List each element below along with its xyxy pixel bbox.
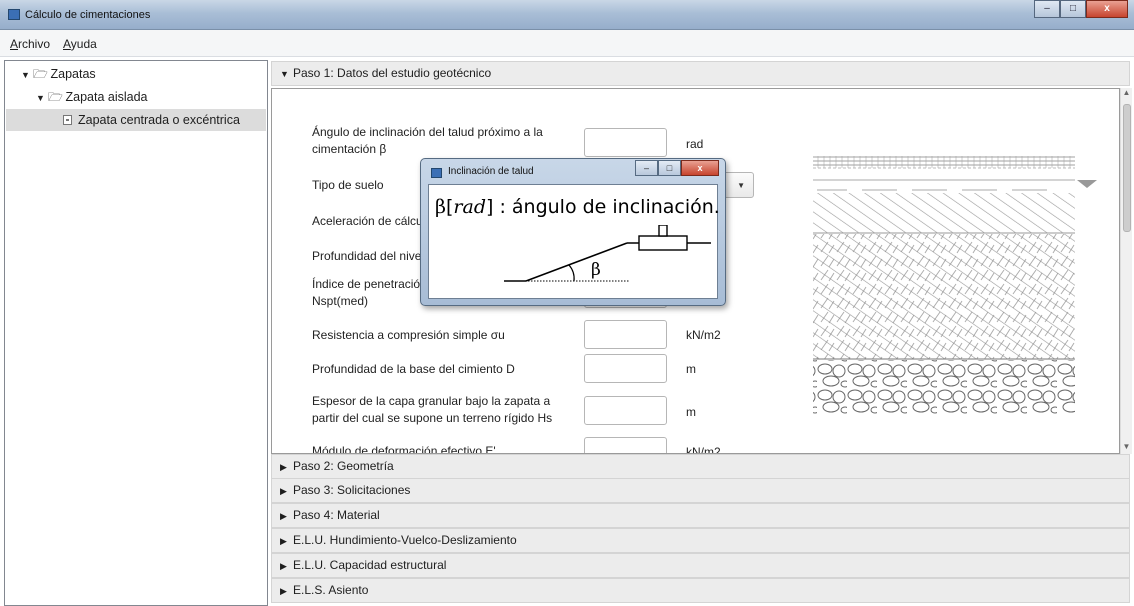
step3-header[interactable]: ▶ Paso 3: Solicitaciones [271, 478, 1130, 503]
expand-arrow-icon: ▶ [280, 486, 287, 496]
menu-ayuda-text: yuda [70, 37, 97, 51]
menu-ayuda[interactable]: Ayuda [63, 37, 97, 51]
talud-input[interactable] [584, 128, 667, 157]
expand-arrow-icon: ▶ [280, 536, 287, 546]
step1-header[interactable]: ▼ Paso 1: Datos del estudio geotécnico [271, 61, 1130, 86]
elu2-label: E.L.U. Capacidad estructural [293, 558, 447, 572]
prof-base-label: Profundidad de la base del cimiento D [312, 362, 515, 376]
step1-label: Paso 1: Datos del estudio geotécnico [293, 66, 492, 80]
espesor-unit: m [686, 405, 696, 419]
steps-accordion: ▼ Paso 1: Datos del estudio geotécnico Án… [271, 60, 1134, 606]
els-header[interactable]: ▶ E.L.S. Asiento [271, 578, 1130, 603]
maximize-button[interactable]: □ [1060, 0, 1086, 18]
tree-node-zapatas[interactable]: ▼ 🗁 Zapatas [21, 63, 96, 85]
formula-unit: rad [453, 196, 486, 218]
menu-ayuda-accel: A [63, 37, 71, 51]
folder-open-icon: 🗁 [33, 67, 48, 81]
menu-archivo[interactable]: Archivo [10, 37, 50, 51]
expand-arrow-icon: ▶ [280, 586, 287, 596]
scrollbar-thumb[interactable] [1123, 104, 1131, 232]
indice-label-line1: Índice de penetració [312, 277, 421, 291]
resistencia-input[interactable] [584, 320, 667, 349]
dialog-controls: – □ x [635, 160, 719, 176]
expand-arrow-icon: ▶ [280, 561, 287, 571]
slope-formula: β[rad] : ángulo de inclinación. [435, 196, 720, 218]
folder-open-icon: 🗁 [48, 90, 63, 104]
slope-angle-diagram: β [504, 225, 711, 282]
navigation-tree: ▼ 🗁 Zapatas ▼ 🗁 Zapata aislada Zapata cent… [4, 60, 268, 606]
vertical-scrollbar[interactable]: ▲ ▼ [1120, 88, 1132, 454]
collapse-arrow-icon: ▼ [280, 69, 289, 79]
espesor-label-line2: partir del cual se supone un terreno ríg… [312, 411, 553, 425]
talud-label-line1: Ángulo de inclinación del talud próximo … [312, 125, 543, 139]
close-button[interactable]: x [1086, 0, 1128, 18]
app-icon [8, 9, 20, 20]
expand-arrow-icon[interactable]: ▼ [21, 64, 33, 86]
scroll-down-icon[interactable]: ▼ [1121, 442, 1132, 454]
els-label: E.L.S. Asiento [293, 583, 369, 597]
step2-header[interactable]: ▶ Paso 2: Geometría [271, 454, 1130, 479]
minimize-button[interactable]: – [1034, 0, 1060, 18]
tree-node-zapata-centrada[interactable]: Zapata centrada o excéntrica [6, 109, 266, 131]
modulo-label: Módulo de deformación efectivo E' [312, 444, 496, 454]
scroll-up-icon[interactable]: ▲ [1121, 88, 1132, 100]
step4-label: Paso 4: Material [293, 508, 380, 522]
aceleracion-label: Aceleración de cálcu [312, 214, 423, 228]
talud-unit: rad [686, 137, 704, 151]
tree-label-zapata-centrada: Zapata centrada o excéntrica [78, 113, 240, 127]
expand-arrow-icon: ▶ [280, 462, 287, 472]
dialog-close-button[interactable]: x [681, 160, 719, 176]
angle-beta-label: β [591, 260, 601, 280]
formula-text: : ángulo de inclinación. [499, 196, 720, 218]
resistencia-label: Resistencia a compresión simple σu [312, 328, 505, 342]
menu-bar: Archivo Ayuda [0, 30, 1134, 57]
window-title: Cálculo de cimentaciones [25, 9, 151, 21]
step4-header[interactable]: ▶ Paso 4: Material [271, 503, 1130, 528]
document-icon [63, 115, 72, 125]
profundidad-nivel-label: Profundidad del nive [312, 249, 422, 263]
modulo-input[interactable] [584, 437, 667, 453]
step2-label: Paso 2: Geometría [293, 459, 394, 473]
espesor-input[interactable] [584, 396, 667, 425]
dialog-body: β[rad] : ángulo de inclinación. β [428, 184, 720, 299]
talud-label-line2: cimentación β [312, 142, 387, 156]
dialog-maximize-button[interactable]: □ [658, 160, 681, 176]
expand-arrow-icon: ▶ [280, 511, 287, 521]
prof-base-unit: m [686, 362, 696, 376]
tree-node-zapata-aislada[interactable]: ▼ 🗁 Zapata aislada [36, 86, 148, 108]
expand-arrow-icon[interactable]: ▼ [36, 87, 48, 109]
menu-archivo-text: rchivo [18, 37, 51, 51]
elu2-header[interactable]: ▶ E.L.U. Capacidad estructural [271, 553, 1130, 578]
tipo-suelo-label: Tipo de suelo [312, 178, 384, 192]
dialog-app-icon [431, 168, 442, 178]
formula-bracket-close: ] [485, 196, 500, 218]
formula-beta: β [435, 196, 446, 218]
elu1-label: E.L.U. Hundimiento-Vuelco-Deslizamiento [293, 533, 517, 547]
elu1-header[interactable]: ▶ E.L.U. Hundimiento-Vuelco-Deslizamiento [271, 528, 1130, 553]
indice-label-line2: Nspt(med) [312, 294, 369, 308]
dialog-minimize-button[interactable]: – [635, 160, 658, 176]
talud-label: Ángulo de inclinación del talud próximo … [312, 124, 543, 158]
title-bar: Cálculo de cimentaciones – □ x [0, 0, 1134, 30]
tree-label-zapatas: Zapatas [50, 67, 96, 81]
menu-archivo-accel: A [10, 37, 19, 51]
prof-base-input[interactable] [584, 354, 667, 383]
espesor-label-line1: Espesor de la capa granular bajo la zapa… [312, 394, 551, 408]
soil-strata-illustration [787, 128, 1103, 433]
slope-info-dialog: Inclinación de talud – □ x β[rad] : ángu… [420, 158, 726, 306]
step3-label: Paso 3: Solicitaciones [293, 483, 411, 497]
modulo-unit: kN/m2 [686, 445, 721, 454]
indice-penetracion-label: Índice de penetració Nspt(med) [312, 276, 420, 310]
resistencia-unit: kN/m2 [686, 328, 721, 342]
window-controls: – □ x [1034, 0, 1128, 18]
espesor-label: Espesor de la capa granular bajo la zapa… [312, 393, 552, 427]
dialog-title: Inclinación de talud [448, 166, 534, 177]
chevron-down-icon: ▼ [737, 181, 745, 190]
tree-label-zapata-aislada: Zapata aislada [65, 90, 148, 104]
